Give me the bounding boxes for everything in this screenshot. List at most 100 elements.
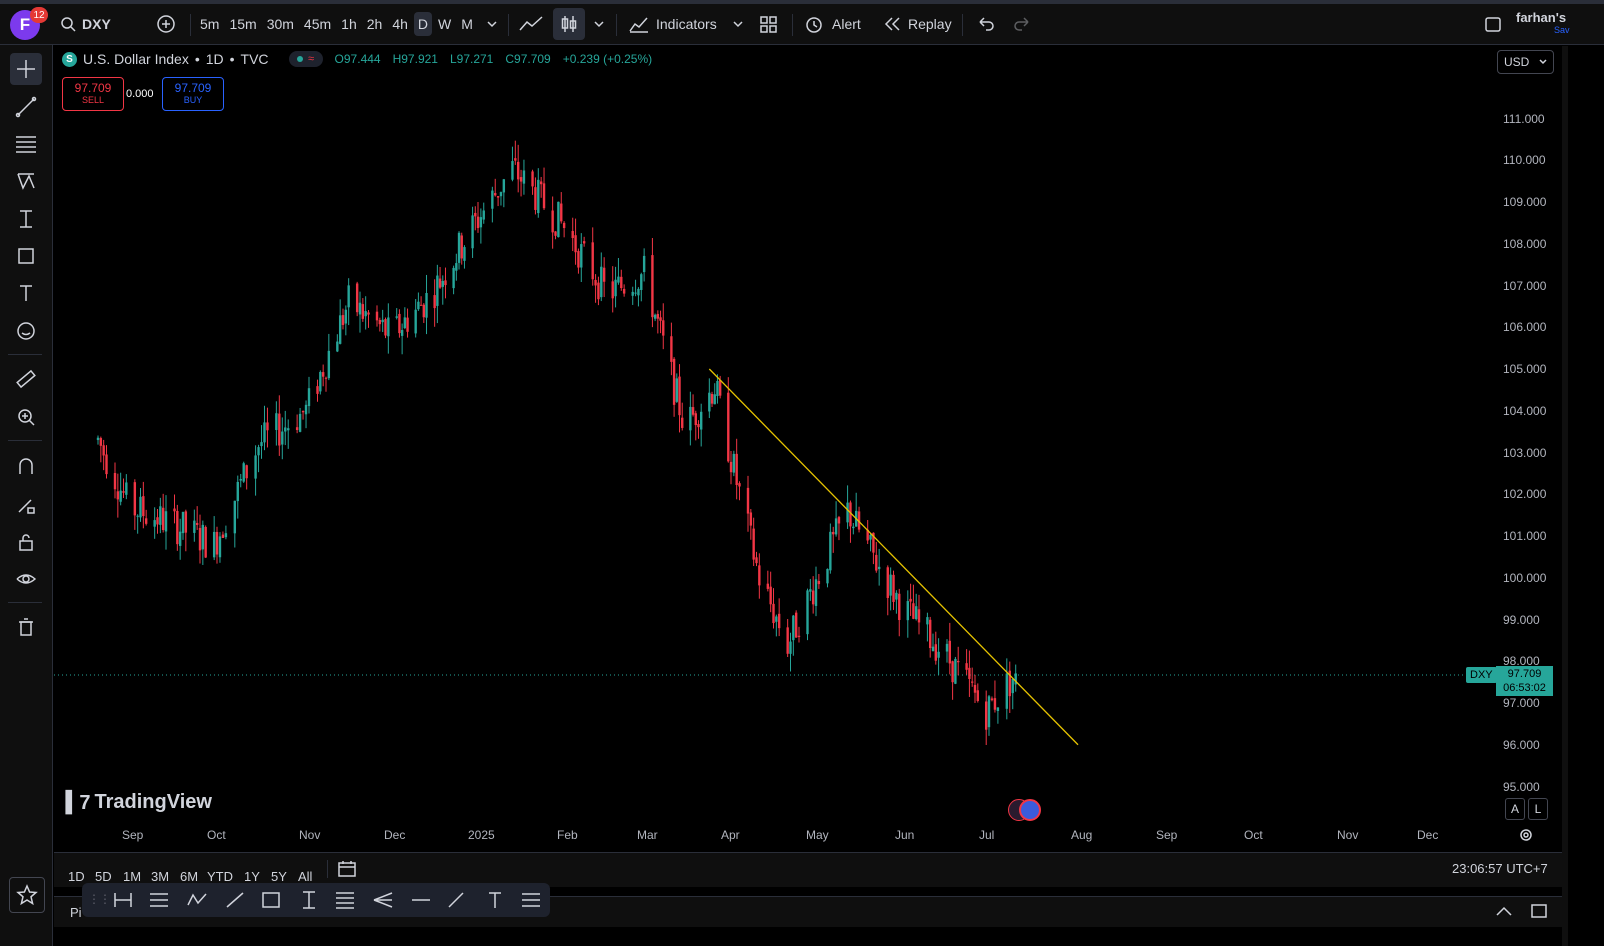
path-icon[interactable] — [186, 890, 208, 910]
compare-symbol-button[interactable] — [156, 4, 176, 44]
brush-icon[interactable] — [446, 890, 468, 910]
interval-45m[interactable]: 45m — [300, 12, 335, 36]
price-chart[interactable] — [54, 46, 1494, 814]
projection-tool[interactable] — [10, 203, 42, 235]
text-icon[interactable] — [484, 890, 506, 910]
remove-drawings-tool[interactable] — [10, 611, 42, 643]
drag-handle-icon[interactable]: ⋮⋮ — [88, 892, 111, 906]
log-scale-button[interactable]: L — [1528, 798, 1548, 820]
range-5y[interactable]: 5Y — [271, 869, 287, 884]
date-range-icon[interactable] — [112, 890, 134, 910]
interval-m[interactable]: M — [457, 12, 477, 36]
interval-dropdown[interactable] — [486, 4, 498, 44]
text-tool[interactable] — [10, 277, 42, 309]
layout-button[interactable] — [758, 4, 778, 44]
market-status-toggle[interactable]: ≈ — [288, 51, 323, 67]
crosshair-tool[interactable] — [10, 53, 42, 85]
candle-body — [284, 427, 287, 432]
auto-scale-button[interactable]: A — [1505, 798, 1525, 820]
interval-4h[interactable]: 4h — [388, 12, 412, 36]
candle-body — [463, 247, 466, 261]
candle-body — [622, 288, 626, 294]
trend-line-drawing[interactable] — [708, 368, 1079, 746]
candle-body — [502, 179, 506, 193]
interval-w[interactable]: W — [434, 12, 455, 36]
rectangle-icon[interactable] — [260, 890, 282, 910]
candle-body — [491, 190, 494, 209]
goto-date-button[interactable] — [337, 859, 357, 882]
redo-button[interactable] — [1012, 4, 1032, 44]
stay-drawing-tool[interactable] — [10, 489, 42, 521]
shape-tool[interactable] — [10, 240, 42, 272]
indicators-dropdown[interactable] — [732, 4, 744, 44]
parallel-channel-icon[interactable] — [334, 890, 356, 910]
account-name[interactable]: farhan's — [1516, 10, 1566, 25]
fib-tool[interactable] — [10, 128, 42, 160]
divider — [8, 354, 42, 355]
horizontal-line-icon[interactable] — [410, 890, 432, 910]
lines-icon[interactable] — [148, 890, 170, 910]
candle-body — [886, 567, 889, 598]
interval-15m[interactable]: 15m — [225, 12, 260, 36]
chart-settings-button[interactable] — [1518, 827, 1534, 846]
candle-body — [732, 453, 736, 473]
interval-30m[interactable]: 30m — [263, 12, 298, 36]
fullscreen-button[interactable] — [1484, 4, 1502, 44]
candle-body — [474, 212, 477, 217]
trend-line-icon — [15, 96, 37, 118]
range-1d[interactable]: 1D — [68, 869, 85, 884]
interval-2h[interactable]: 2h — [363, 12, 387, 36]
chart-type-candles-button[interactable] — [553, 8, 585, 40]
us-flag-event-icon[interactable] — [1019, 799, 1041, 821]
price-label: 100.000 — [1503, 570, 1547, 585]
candle-body — [951, 661, 954, 683]
clock-timezone[interactable]: 23:06:57 UTC+7 — [1452, 861, 1548, 876]
sell-label: SELL — [81, 95, 105, 105]
range-5d[interactable]: 5D — [95, 869, 112, 884]
interval-5m[interactable]: 5m — [196, 12, 223, 36]
candle-body — [766, 583, 770, 589]
candle-body — [304, 404, 308, 415]
chart-legend[interactable]: S U.S. Dollar Index • 1D • TVC ≈ O97.444… — [62, 51, 652, 67]
lock-tool[interactable] — [10, 526, 42, 558]
range-3m[interactable]: 3M — [151, 869, 169, 884]
range-all[interactable]: All — [298, 869, 312, 884]
currency-selector[interactable]: USD — [1497, 50, 1554, 74]
hide-tool[interactable] — [10, 563, 42, 595]
range-6m[interactable]: 6M — [180, 869, 198, 884]
replay-button[interactable]: Replay — [882, 4, 952, 44]
sell-button[interactable]: 97.709 SELL — [62, 77, 124, 111]
candle-body — [814, 579, 818, 606]
zoom-tool[interactable] — [10, 401, 42, 433]
range-ytd[interactable]: YTD — [207, 869, 233, 884]
alert-label: Alert — [832, 16, 861, 32]
price-axis[interactable]: 111.000 110.000 109.000 108.000 107.000 106.0… — [1495, 46, 1561, 842]
trend-line-tool[interactable] — [10, 91, 42, 123]
line-tool-icon[interactable] — [224, 890, 246, 910]
symbol-search[interactable]: DXY — [60, 4, 111, 44]
footer-tab[interactable]: Pi — [70, 905, 82, 920]
undo-button[interactable] — [976, 4, 996, 44]
price-range-icon[interactable] — [298, 890, 320, 910]
alert-button[interactable]: Alert — [804, 4, 861, 44]
save-status[interactable]: Sav — [1554, 25, 1570, 35]
chart-type-dropdown[interactable] — [593, 4, 605, 44]
range-1y[interactable]: 1Y — [244, 869, 260, 884]
interval-d[interactable]: D — [413, 12, 433, 36]
interval-1h[interactable]: 1h — [337, 12, 361, 36]
indicators-button[interactable]: Indicators — [628, 4, 717, 44]
emoji-tool[interactable] — [10, 315, 42, 347]
chevron-up-icon[interactable] — [1494, 903, 1514, 919]
settings-lines-icon[interactable] — [520, 890, 542, 910]
buy-button[interactable]: 97.709 BUY — [162, 77, 224, 111]
pattern-tool[interactable] — [10, 165, 42, 197]
chart-type-line-button[interactable] — [518, 4, 544, 44]
maximize-panel-icon[interactable] — [1530, 903, 1548, 919]
ruler-tool[interactable] — [10, 363, 42, 395]
watchlist-favorite-button[interactable] — [9, 877, 45, 913]
fib-fan-icon[interactable] — [372, 890, 394, 910]
range-1m[interactable]: 1M — [123, 869, 141, 884]
candle-body — [794, 612, 798, 638]
candle-body — [614, 279, 617, 297]
magnet-tool[interactable] — [10, 450, 42, 482]
